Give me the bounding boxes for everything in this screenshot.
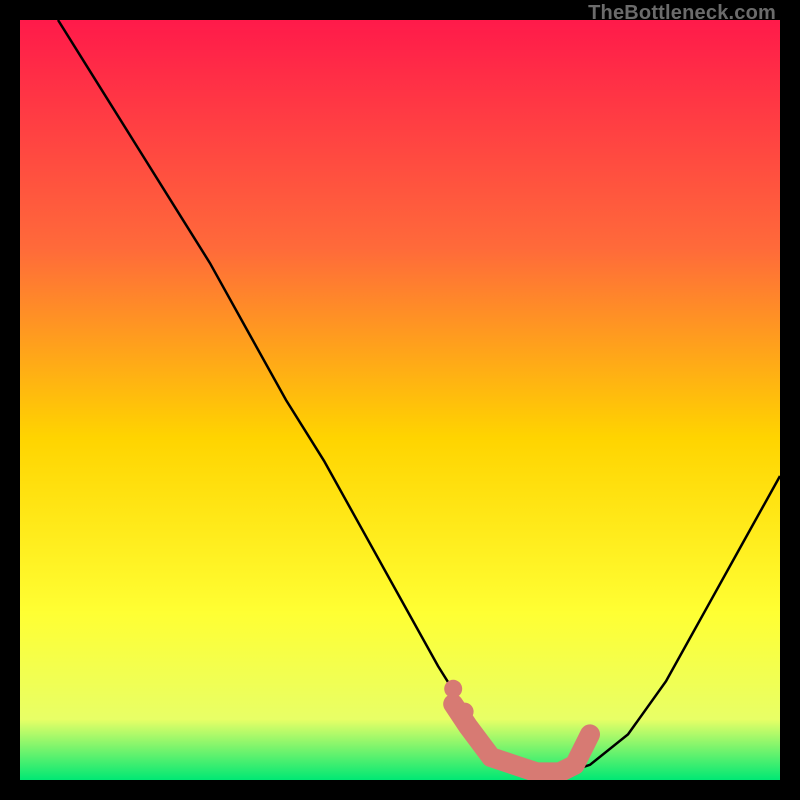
watermark-label: TheBottleneck.com — [588, 2, 776, 25]
gradient-background — [20, 20, 780, 780]
chart-frame — [20, 20, 780, 780]
highlighted-dot — [444, 680, 462, 698]
chart-canvas — [20, 20, 780, 780]
highlighted-dot — [456, 703, 474, 721]
